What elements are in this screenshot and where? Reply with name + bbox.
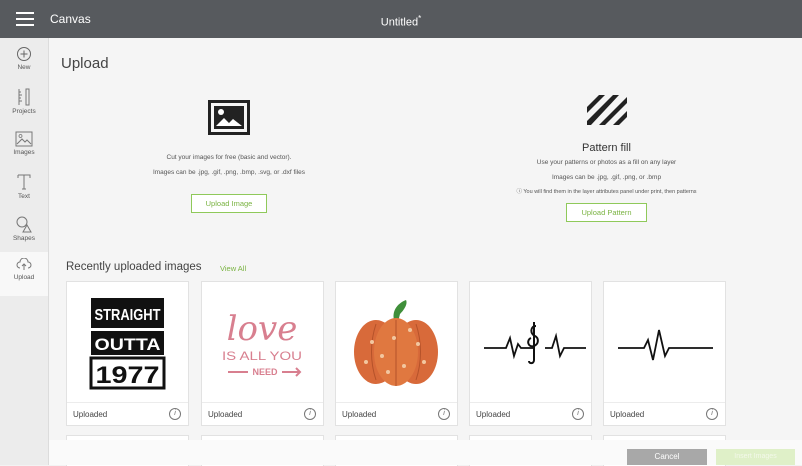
uploaded-image-card[interactable]: Uploaded i [469,281,592,426]
art-line: IS ALL YOU [222,349,302,363]
card-label: Uploaded [342,410,377,419]
heartbeat-treble-artwork [484,322,586,365]
bottom-action-bar: Cancel Insert Images [49,440,802,465]
sidebar-item-label: Projects [12,108,36,115]
card-label: Uploaded [208,410,243,419]
sidebar-item-label: New [17,64,31,71]
sidebar-item-projects[interactable]: Projects [0,88,48,130]
shapes-icon [16,216,32,233]
art-line: love [227,309,298,349]
card-label: Uploaded [476,410,511,419]
uploaded-image-card[interactable]: Uploaded i [335,281,458,426]
pattern-fill-formats: Images can be .jpg, .gif, .png, or .bmp [551,174,662,181]
sidebar-item-label: Images [13,149,35,156]
card-footer: Uploaded i [202,402,323,426]
art-line: 1977 [96,362,160,389]
info-icon[interactable]: i [706,408,718,420]
card-footer: Uploaded i [470,402,591,426]
sidebar-item-images[interactable]: Images [0,131,48,173]
upload-image-button[interactable]: Upload Image [190,194,268,213]
document-title[interactable]: Untitled* [0,14,802,29]
card-footer: Uploaded i [67,402,188,426]
image-thumbnail [604,282,725,402]
main-content: Upload Cut your images for free (basic a… [49,38,802,466]
art-line: NEED [252,367,278,377]
card-footer: Uploaded i [604,402,725,426]
recent-uploads-title: Recently uploaded images [66,261,202,273]
image-icon [15,131,33,147]
art-line: OUTTA [95,335,161,354]
pattern-fill-icon [586,95,627,125]
card-label: Uploaded [610,410,645,419]
upload-image-description: Cut your images for free (basic and vect… [166,154,292,161]
cancel-button[interactable]: Cancel [627,449,707,465]
ruler-icon [18,88,30,106]
info-icon[interactable]: i [438,408,450,420]
upload-icon [16,258,32,270]
image-thumbnail: love IS ALL YOU NEED [202,282,323,402]
sidebar: New Projects Images Text Shapes Upload [0,38,49,465]
plus-circle-icon [17,47,31,61]
top-bar: Canvas Untitled* [0,0,802,38]
upload-image-formats: Images can be .jpg, .gif, .png, .bmp, .s… [152,169,306,176]
sidebar-item-label: Shapes [12,235,36,242]
text-icon [17,174,31,190]
pumpkin-artwork [354,300,438,386]
document-title-text: Untitled [380,16,419,29]
view-all-link[interactable]: View All [220,264,246,273]
pattern-fill-note-text: You will find them in the layer attribut… [523,189,697,195]
insert-images-button[interactable]: Insert Images [716,449,795,465]
pattern-fill-title: Pattern fill [582,142,631,154]
sidebar-item-label: Upload [13,274,35,281]
sidebar-item-text[interactable]: Text [0,173,48,215]
image-upload-icon [208,100,250,135]
image-thumbnail [336,282,457,402]
image-thumbnail: STRAIGHT OUTTA 1977 [67,282,188,402]
heartbeat-artwork [618,329,713,361]
upload-pattern-button[interactable]: Upload Pattern [566,203,647,222]
uploaded-image-card[interactable]: STRAIGHT OUTTA 1977 Uploaded i [66,281,189,426]
sidebar-item-shapes[interactable]: Shapes [0,215,48,257]
pattern-fill-note: ⓘ You will find them in the layer attrib… [479,186,734,198]
info-icon: ⓘ [516,189,522,195]
sidebar-item-new[interactable]: New [0,46,48,88]
info-icon[interactable]: i [304,408,316,420]
straight-outta-artwork: STRAIGHT OUTTA 1977 [89,298,166,390]
uploaded-image-card[interactable]: Uploaded i [603,281,726,426]
art-line: STRAIGHT [95,307,161,324]
image-thumbnail [470,282,591,402]
info-icon[interactable]: i [572,408,584,420]
info-icon[interactable]: i [169,408,181,420]
pattern-fill-section: Pattern fill Use your patterns or photos… [479,93,734,222]
page-title: Upload [61,55,109,72]
pattern-fill-description: Use your patterns or photos as a fill on… [536,159,677,166]
love-artwork: love IS ALL YOU NEED [222,309,302,377]
card-footer: Uploaded i [336,402,457,426]
card-label: Uploaded [73,410,108,419]
sidebar-item-label: Text [18,193,30,200]
unsaved-mark: * [418,14,422,23]
uploaded-image-card[interactable]: love IS ALL YOU NEED Uploaded i [201,281,324,426]
upload-image-section: Cut your images for free (basic and vect… [119,100,339,213]
sidebar-item-upload[interactable]: Upload [0,252,48,296]
